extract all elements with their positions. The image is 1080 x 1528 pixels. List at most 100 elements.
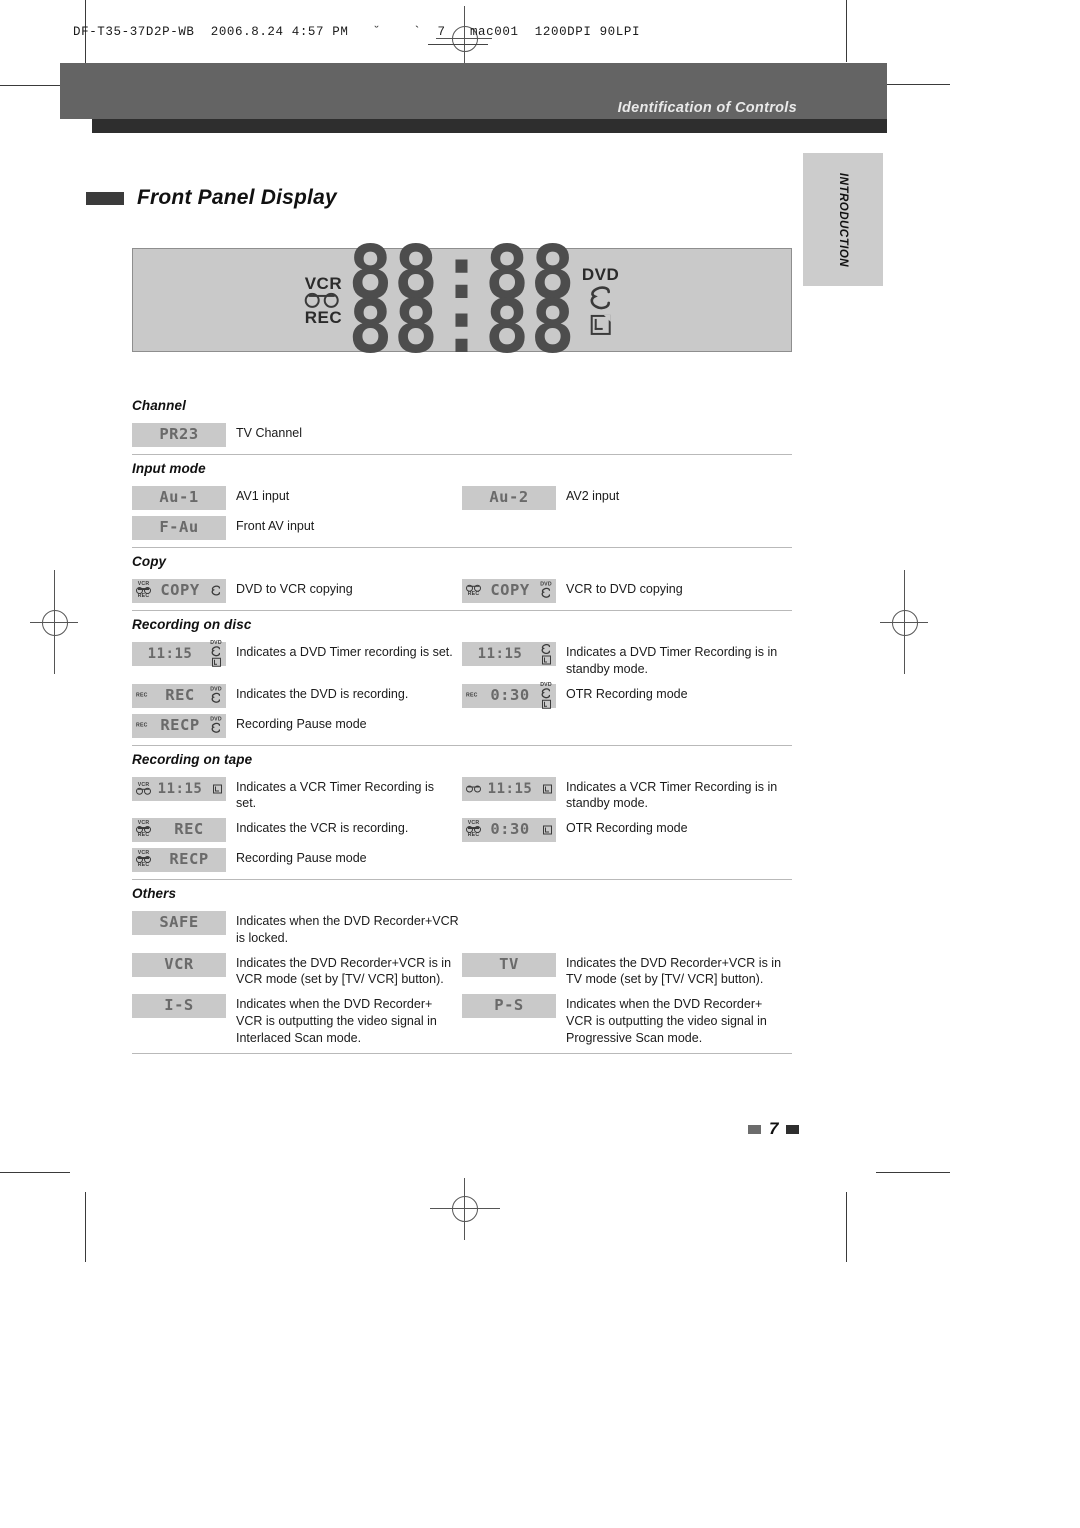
legend-description: VCR to DVD copying	[566, 582, 683, 596]
display-indicator-badge: F-Au	[132, 516, 226, 540]
badge-left-indicators: REC	[466, 691, 478, 698]
crop-mark-bottom-left-v	[85, 1192, 86, 1262]
display-indicator-badge: REC RECP DVD	[132, 713, 226, 738]
badge-segment-text: PR23	[159, 425, 199, 444]
badge-right-indicators	[543, 784, 552, 793]
legend-description: Indicates the DVD Recorder+VCR is in VCR…	[236, 955, 452, 987]
table-row: Au-1 AV1 input Au-2 AV2 input	[132, 483, 792, 513]
tape-reel-icon	[466, 584, 481, 592]
badge-label-rec: REC	[137, 862, 150, 869]
table-row: SAFE Indicates when the DVD Recorder+VCR …	[132, 908, 792, 950]
badge-left-indicators: VCR REC	[136, 850, 151, 869]
tape-reel-icon	[136, 587, 151, 595]
disc-icon	[541, 688, 551, 699]
group-title: Copy	[132, 554, 167, 569]
legend-entry: TV Indicates the DVD Recorder+VCR is in T…	[462, 952, 792, 989]
group-title: Recording on disc	[132, 617, 252, 632]
legend-entry: Au-1 AV1 input	[132, 486, 462, 510]
legend-entry: I-S Indicates when the DVD Recorder+ VCR …	[132, 994, 462, 1046]
badge-segment-text: 11:15	[477, 646, 523, 662]
legend-description: Indicates when the DVD Recorder+ VCR is …	[236, 997, 437, 1045]
running-header-title: Identification of Controls	[617, 100, 797, 116]
legend-description: Recording Pause mode	[236, 851, 367, 865]
badge-label-rec: REC	[466, 691, 478, 698]
legend-description: Recording Pause mode	[236, 716, 367, 731]
disc-icon	[211, 585, 221, 596]
legend-description: Indicates a DVD Timer Recording is in st…	[566, 645, 778, 676]
legend-entry: VCR REC RECP Recording Pause mode	[132, 848, 792, 872]
table-row: 11:15 DVD Indicates a DVD Timer recording …	[132, 639, 792, 681]
panel-label-vcr: VCR	[304, 273, 343, 293]
legend-entry: 11:15 Indicates a VCR Timer Recording is …	[462, 776, 792, 813]
side-tab-introduction: INTRODUCTION	[803, 153, 883, 286]
legend-entry: Au-2 AV2 input	[462, 486, 792, 510]
registration-mark-bottom	[420, 1172, 510, 1252]
slug-underline	[428, 44, 488, 45]
legend-description: OTR Recording mode	[566, 821, 688, 835]
front-panel-display-illustration: VCR REC 88:88 88:88 DVD	[132, 236, 792, 364]
group-rows: VCR 11:15 Indicates a VCR Timer Recording …	[132, 774, 792, 876]
registration-mark-left	[10, 570, 110, 680]
tape-reel-icon	[466, 785, 481, 792]
table-row: VCR REC COPY DVD to VCR copying REC COPY DVD VC…	[132, 576, 792, 606]
group-rows: PR23 TV Channel	[132, 420, 792, 450]
badge-segment-text: 11:15	[147, 646, 193, 662]
group-title: Channel	[132, 398, 186, 413]
recordable-disc-icon	[543, 784, 552, 793]
legend-entry: REC RECP DVD Recording Pause mode	[132, 713, 792, 738]
badge-segment-text: REC	[174, 820, 204, 839]
badge-label-rec: REC	[136, 721, 148, 728]
recordable-disc-icon	[541, 699, 551, 709]
page-title: Front Panel Display	[137, 186, 337, 209]
display-indicator-badge: SAFE	[132, 911, 226, 935]
badge-label-rec: REC	[467, 590, 480, 597]
legend-entry: VCR 11:15 Indicates a VCR Timer Recording …	[132, 776, 462, 813]
disc-icon	[211, 692, 221, 703]
group-rows: 11:15 DVD Indicates a DVD Timer recording …	[132, 639, 792, 741]
registration-mark-right	[860, 570, 960, 680]
badge-segment-text: I-S	[164, 996, 194, 1015]
badge-segment-text: P-S	[494, 996, 524, 1015]
display-indicator-badge: VCR 11:15	[132, 776, 226, 801]
display-indicator-badge: VCR REC 0:30	[462, 818, 556, 842]
legend-description: Indicates when the DVD Recorder+VCR is l…	[236, 914, 459, 945]
recordable-disc-icon	[543, 825, 552, 835]
legend-description: Indicates when the DVD Recorder+ VCR is …	[566, 997, 767, 1045]
display-indicator-badge: 11:15	[462, 642, 556, 666]
page-number: 7	[769, 1119, 779, 1138]
recordable-disc-icon	[213, 784, 222, 793]
legend-entry: REC REC DVD Indicates the DVD is recording.	[132, 683, 462, 708]
table-row: VCR Indicates the DVD Recorder+VCR is in …	[132, 950, 792, 992]
group-divider	[132, 1053, 792, 1055]
printer-slug-line: DF-T35-37D2P-WB 2006.8.24 4:57 PM ˘ ` 7 …	[73, 25, 641, 39]
panel-segment-digits: 88:88 88:88	[348, 236, 576, 370]
display-indicator-badge: VCR	[132, 952, 226, 977]
badge-right-indicators	[543, 825, 552, 835]
badge-right-indicators: DVD	[210, 640, 222, 668]
table-row: VCR REC REC Indicates the VCR is recording.…	[132, 815, 792, 845]
table-row: F-Au Front AV input	[132, 513, 792, 543]
crop-mark-bottom-left-h	[0, 1172, 70, 1173]
badge-segment-text: Au-2	[489, 488, 529, 507]
crop-mark-bottom-right-h	[876, 1172, 950, 1173]
display-indicator-badge: 11:15 DVD	[132, 640, 226, 668]
badge-label-rec: REC	[137, 832, 150, 839]
badge-left-indicators: VCR REC	[136, 581, 151, 600]
table-row: REC REC DVD Indicates the DVD is recording.…	[132, 681, 792, 711]
badge-left-indicators	[466, 785, 481, 792]
legend-entry: F-Au Front AV input	[132, 516, 792, 540]
group-rows: VCR REC COPY DVD to VCR copying REC COPY DVD VC…	[132, 576, 792, 606]
badge-segment-text: VCR	[164, 954, 194, 973]
badge-right-indicators	[213, 784, 222, 793]
panel-digits-bottom: 88:88	[348, 284, 576, 370]
display-indicator-badge: REC COPY DVD	[462, 579, 556, 603]
badge-label-rec: REC	[136, 691, 148, 698]
display-indicator-badge: P-S	[462, 994, 556, 1018]
footer-marker-left-icon	[748, 1124, 761, 1134]
side-tab-label: INTRODUCTION	[837, 172, 849, 267]
panel-left-indicators: VCR REC	[304, 273, 343, 326]
display-indicator-badge: TV	[462, 952, 556, 977]
legend-description: Indicates a VCR Timer Recording is in st…	[566, 779, 778, 811]
badge-left-indicators: REC	[136, 691, 148, 698]
legend-entry: REC COPY DVD VCR to DVD copying	[462, 579, 792, 603]
